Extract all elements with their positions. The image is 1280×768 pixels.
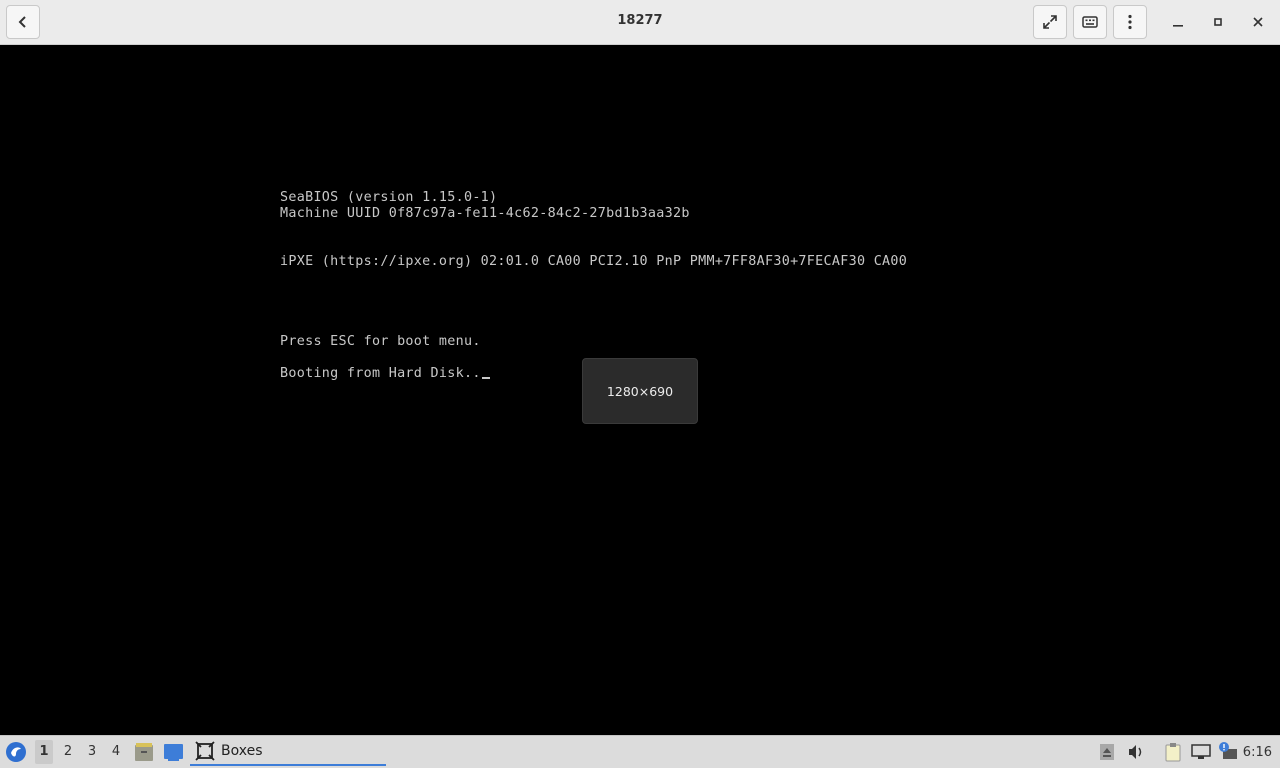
menu-button[interactable] — [1113, 5, 1147, 39]
file-manager-launcher[interactable] — [134, 742, 154, 766]
notification-icon — [1219, 742, 1237, 759]
booting-line: Booting from Hard Disk.. — [280, 366, 490, 382]
eject-icon — [1100, 744, 1114, 760]
desktop-icon — [164, 744, 183, 761]
keyboard-icon — [1082, 16, 1098, 28]
clipboard-icon — [1165, 743, 1181, 762]
network-control[interactable] — [1191, 744, 1211, 764]
workspace-4[interactable]: 4 — [107, 744, 125, 759]
bios-version-line: SeaBIOS (version 1.15.0-1) — [280, 190, 498, 205]
maximize-icon — [1214, 18, 1222, 26]
resolution-overlay: 1280×690 — [582, 358, 698, 424]
minimize-button[interactable] — [1161, 5, 1195, 39]
machine-uuid-line: Machine UUID 0f87c97a-fe11-4c62-84c2-27b… — [280, 206, 690, 221]
distro-logo-icon — [6, 742, 26, 762]
boot-menu-hint-line: Press ESC for boot menu. — [280, 334, 481, 349]
fullscreen-button[interactable] — [1033, 5, 1067, 39]
fullscreen-icon — [1043, 15, 1057, 29]
taskbar-item-boxes[interactable]: Boxes — [190, 738, 386, 766]
close-icon — [1253, 17, 1263, 27]
boxes-app-icon — [195, 741, 215, 761]
resolution-label: 1280×690 — [606, 383, 674, 399]
app-menu-button[interactable] — [5, 741, 27, 763]
close-button[interactable] — [1241, 5, 1275, 39]
volume-icon — [1129, 745, 1142, 759]
workspace-3[interactable]: 3 — [83, 744, 101, 759]
vm-display[interactable]: SeaBIOS (version 1.15.0-1) Machine UUID … — [0, 45, 1280, 735]
workspace-1[interactable]: 1 — [35, 740, 53, 764]
network-icon — [1191, 744, 1211, 759]
clock[interactable]: 6:16 — [1243, 745, 1272, 760]
ipxe-line: iPXE (https://ipxe.org) 02:01.0 CA00 PCI… — [280, 254, 908, 269]
taskbar: 1 2 3 4 Boxes 6:16 — [0, 735, 1280, 768]
desktop-launcher[interactable] — [163, 742, 184, 766]
workspace-2[interactable]: 2 — [59, 744, 77, 759]
clipboard-control[interactable] — [1163, 742, 1183, 766]
taskbar-item-label: Boxes — [221, 743, 263, 759]
text-cursor — [481, 377, 490, 379]
notification-control[interactable] — [1217, 741, 1239, 765]
keyboard-button[interactable] — [1073, 5, 1107, 39]
tray-indicator[interactable] — [1100, 744, 1114, 764]
file-cabinet-icon — [135, 743, 153, 761]
volume-control[interactable] — [1127, 744, 1145, 764]
kebab-menu-icon — [1128, 14, 1132, 30]
minimize-icon — [1173, 25, 1183, 27]
booting-text: Booting from Hard Disk.. — [280, 366, 481, 381]
header-bar: 18277 — [0, 0, 1280, 45]
maximize-button[interactable] — [1201, 5, 1235, 39]
